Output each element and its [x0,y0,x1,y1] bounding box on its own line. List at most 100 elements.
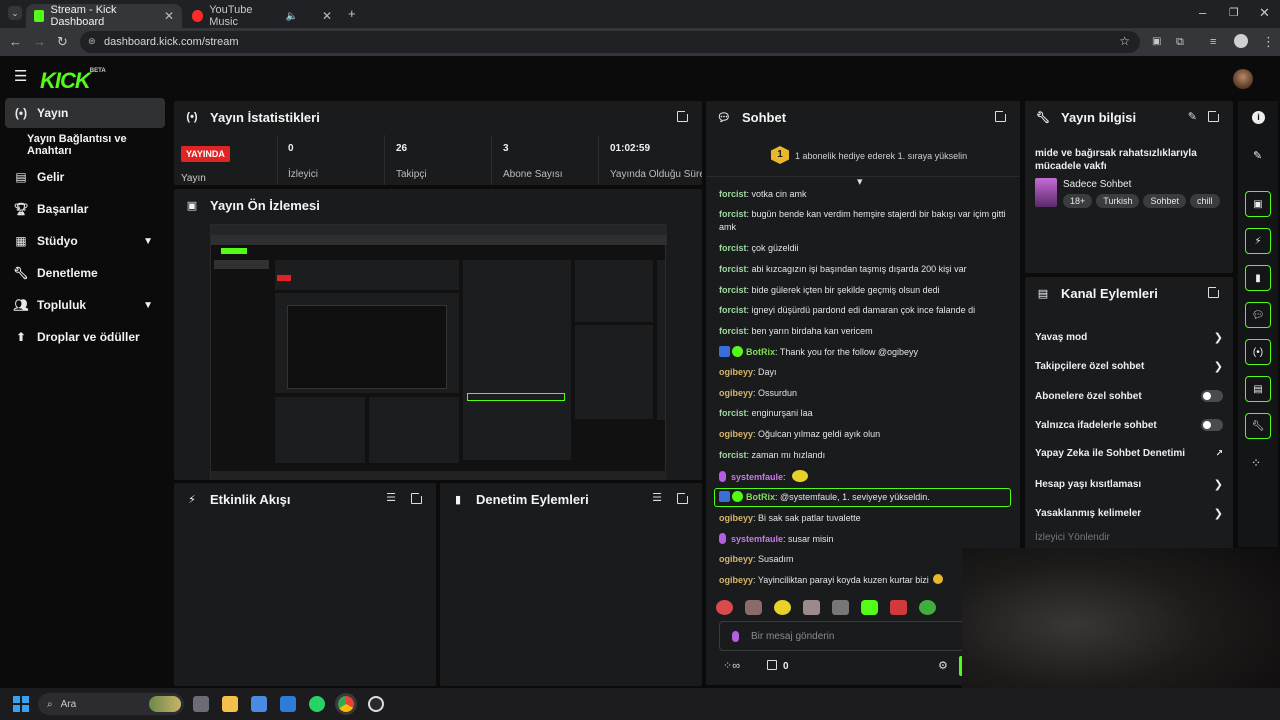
rail-moderation-button[interactable]: ▮ [1245,265,1271,291]
forward-button[interactable]: → [33,35,46,49]
chat-username[interactable]: ogibeyy [719,367,753,377]
chat-message-highlighted[interactable]: BotRix: @systemfaule, 1. seviyeye yüksel… [714,488,1011,507]
chat-username[interactable]: forcist [719,189,747,199]
popout-icon[interactable] [1208,285,1221,298]
add-widget-icon[interactable]: ⁘ [1251,456,1261,470]
chat-message[interactable]: ogibeyy: Oğulcan yılmaz geldi ayık olun [719,428,1009,441]
sidebar-item-yayin[interactable]: (•) Yayın [5,98,165,128]
chat-message[interactable]: forcist: enginurşani laa [719,407,1009,420]
rail-stats-button[interactable]: (•) [1245,339,1271,365]
sidebar-item-denetleme[interactable]: 🔧︎ Denetleme [5,258,165,288]
tab-kick-dashboard[interactable]: Stream - Kick Dashboard ✕ [26,4,182,28]
browser-menu-icon[interactable]: ⋮ [1262,35,1275,49]
chat-message[interactable]: ogibeyy: Ossurdun [719,387,1009,400]
bookmark-star-icon[interactable]: ☆ [1119,34,1130,48]
slow-mode-row[interactable]: Yavaş mod ❯ [1035,331,1223,344]
banned-words-row[interactable]: Yasaklanmış kelimeler ❯ [1035,507,1223,520]
pinned-leaderboard[interactable]: 1 1 abonelik hediye ederek 1. sıraya yük… [706,137,1020,177]
chat-username[interactable]: forcist [719,408,747,418]
profile-avatar-icon[interactable] [1234,34,1248,48]
emote-icon[interactable] [861,600,878,615]
filter-icon[interactable]: ☰ [652,491,662,504]
rail-channel-actions-button[interactable]: ▤ [1245,376,1271,402]
chrome-icon[interactable] [338,696,354,712]
popout-icon[interactable] [677,491,690,504]
sidebar-item-stream-key[interactable]: Yayın Bağlantısı ve Anahtarı [5,130,165,160]
chat-message[interactable]: forcist: bide gülerek içten bir şekilde … [719,284,1009,297]
microphone-icon[interactable] [732,630,739,642]
extension-icon[interactable]: ▣ [1152,35,1161,49]
subscribers-only-toggle[interactable] [1201,390,1223,402]
chat-username[interactable]: forcist [719,243,747,253]
rail-preview-button[interactable]: ▣ [1245,191,1271,217]
chat-username[interactable]: ogibeyy [719,575,753,585]
emote-icon[interactable] [803,600,820,615]
audio-playing-icon[interactable]: 🔈 [285,11,297,22]
sidebar-item-basarilar[interactable]: 🏆︎ Başarılar [5,194,165,224]
chat-username[interactable]: forcist [719,264,747,274]
stream-preview-video[interactable] [210,224,667,480]
emotes-only-toggle[interactable] [1201,419,1223,431]
chat-message[interactable]: BotRix: Thank you for the follow @ogibey… [719,346,1009,359]
chat-username[interactable]: ogibeyy [719,388,753,398]
emote-icon[interactable] [890,600,907,615]
emote-icon[interactable] [832,600,849,615]
chat-message[interactable]: ogibeyy: Bi sak sak patlar tuvalette [719,512,1009,525]
chat-message[interactable]: forcist: bugün bende kan verdim hemşire … [719,208,1009,234]
emote-icon[interactable] [774,600,791,615]
chat-settings-icon[interactable]: ⚙ [938,659,948,672]
chat-username[interactable]: ogibeyy [719,429,753,439]
chat-username[interactable]: BotRix [746,347,775,357]
site-info-icon[interactable]: ⊜ [88,36,96,47]
maximize-button[interactable]: ❐ [1229,6,1239,20]
info-icon[interactable]: i [1252,111,1265,124]
chat-message[interactable]: systemfaule: [719,470,1009,484]
store-icon[interactable] [251,696,267,712]
close-tab-icon[interactable]: ✕ [164,9,174,23]
chat-username[interactable]: forcist [719,326,747,336]
followers-only-row[interactable]: Takipçilere özel sohbet ❯ [1035,360,1223,373]
taskbar-search[interactable]: ⌕ Ara [38,693,184,715]
minimize-button[interactable]: – [1199,6,1206,20]
edit-pencil-icon[interactable]: ✎ [1188,110,1197,123]
chat-username[interactable]: forcist [719,209,747,219]
sidebar-item-studyo[interactable]: ▦ Stüdyo ▼ [5,226,165,256]
ai-moderation-row[interactable]: Yapay Zeka ile Sohbet Denetimi ↗ [1035,448,1223,459]
emote-icon[interactable] [745,600,762,615]
user-avatar[interactable] [1233,69,1253,89]
emote-icon[interactable] [919,600,936,615]
reload-button[interactable]: ↻ [57,35,68,49]
mail-icon[interactable] [280,696,296,712]
reading-list-icon[interactable]: ≡ [1210,35,1216,49]
chat-message[interactable]: forcist: çok güzeldii [719,242,1009,255]
file-explorer-icon[interactable] [222,696,238,712]
popout-icon[interactable] [677,109,690,122]
rail-stream-info-button[interactable]: 🔧︎ [1245,413,1271,439]
chat-username[interactable]: forcist [719,450,747,460]
popout-icon[interactable] [995,109,1008,122]
chat-username[interactable]: ogibeyy [719,513,753,523]
tab-youtube-music[interactable]: YouTube Music 🔈 ✕ [184,4,340,28]
chat-username[interactable]: ogibeyy [719,554,753,564]
window-close-button[interactable]: ✕ [1259,6,1270,20]
chat-message[interactable]: forcist: igneyi düşürdü pardond edi dama… [719,304,1009,317]
kick-logo[interactable]: KICKBETA [40,68,106,94]
extensions-puzzle-icon[interactable]: ⧉ [1176,35,1184,49]
chat-username[interactable]: systemfaule [731,472,783,482]
chat-message[interactable]: forcist: zaman mı hızlandı [719,449,1009,462]
chat-message[interactable]: forcist: abi kızcagızın işi başından taş… [719,263,1009,276]
popout-icon[interactable] [411,491,424,504]
obs-icon[interactable] [368,696,384,712]
sidebar-item-gelir[interactable]: ▤ Gelir [5,162,165,192]
edit-pencil-icon[interactable]: ✎ [1253,149,1262,162]
chat-username[interactable]: systemfaule [731,534,783,544]
sidebar-item-droplar[interactable]: ⬆ Droplar ve ödüller [5,322,165,352]
rail-activity-button[interactable]: ⚡︎ [1245,228,1271,254]
sidebar-item-topluluk[interactable]: 👥︎ Topluluk ▼ [5,290,165,320]
chat-username[interactable]: forcist [719,305,747,315]
popout-icon[interactable] [1208,109,1221,122]
chat-username[interactable]: forcist [719,285,747,295]
tab-search-button[interactable]: ⌄ [8,6,22,20]
chat-users-icon[interactable]: ⁘∞ [723,659,740,672]
points-store-icon[interactable] [767,660,777,670]
